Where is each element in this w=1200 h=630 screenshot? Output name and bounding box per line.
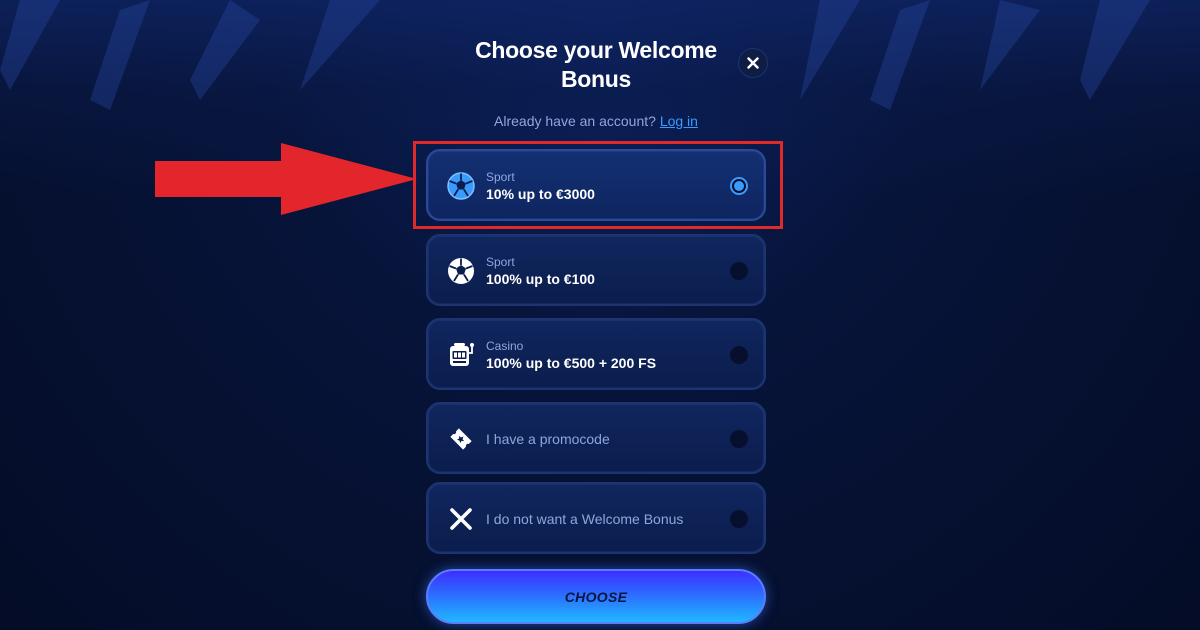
option-radio[interactable] <box>730 346 748 364</box>
option-category: Casino <box>486 339 524 353</box>
login-prompt-line: Already have an account? Log in <box>430 113 762 129</box>
option-label: I have a promocode <box>486 431 610 447</box>
slot-machine-icon <box>450 343 474 366</box>
bonus-option-sport-100[interactable]: Sport 100% up to €100 <box>426 234 766 306</box>
close-icon <box>747 57 759 69</box>
ticket-icon <box>450 428 472 450</box>
close-button[interactable] <box>738 48 768 78</box>
choose-button[interactable]: CHOOSE <box>426 569 766 624</box>
modal-title: Choose your Welcome Bonus <box>475 37 717 92</box>
red-arrow-icon <box>155 143 417 215</box>
option-radio[interactable] <box>730 430 748 448</box>
option-label: 100% up to €500 + 200 FS <box>486 355 657 371</box>
option-category: Sport <box>486 255 515 269</box>
login-link[interactable]: Log in <box>660 113 698 129</box>
option-label: I do not want a Welcome Bonus <box>486 511 684 527</box>
bonus-option-no-bonus[interactable]: I do not want a Welcome Bonus <box>426 482 766 554</box>
x-icon <box>450 508 472 530</box>
option-radio[interactable] <box>730 510 748 528</box>
highlight-box <box>413 141 783 229</box>
option-radio[interactable] <box>730 262 748 280</box>
option-label: 100% up to €100 <box>486 271 595 287</box>
login-prompt-text: Already have an account? <box>494 113 656 129</box>
soccer-ball-icon <box>448 258 474 284</box>
bonus-option-promocode[interactable]: I have a promocode <box>426 402 766 474</box>
bonus-option-casino-500[interactable]: Casino 100% up to €500 + 200 FS <box>426 318 766 390</box>
